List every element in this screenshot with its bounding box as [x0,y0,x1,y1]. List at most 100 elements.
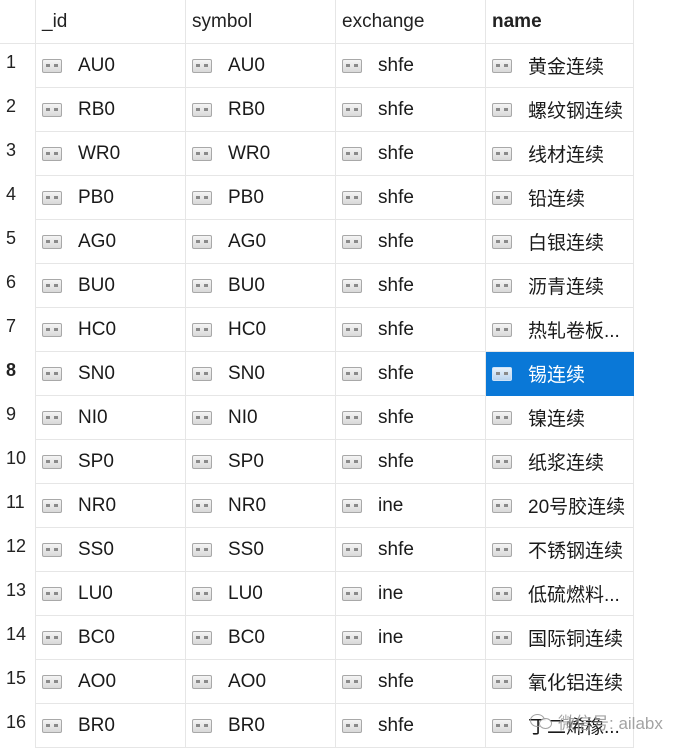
cell-symbol[interactable]: RB0 [186,88,336,132]
cell-name[interactable]: 线材连续 [486,132,634,176]
cell-id[interactable]: SS0 [36,528,186,572]
column-header-id[interactable]: _id [36,0,186,44]
row-number[interactable]: 16 [0,704,36,748]
cell-exchange[interactable]: shfe [336,440,486,484]
cell-value: shfe [378,318,414,340]
cell-name[interactable]: 螺纹钢连续 [486,88,634,132]
cell-id[interactable]: LU0 [36,572,186,616]
row-number[interactable]: 6 [0,264,36,308]
row-number[interactable]: 2 [0,88,36,132]
cell-value: 低硫燃料... [528,585,620,606]
cell-symbol[interactable]: NR0 [186,484,336,528]
cell-symbol[interactable]: BC0 [186,616,336,660]
cell-value: BC0 [228,626,265,648]
cell-exchange[interactable]: shfe [336,396,486,440]
row-number[interactable]: 15 [0,660,36,704]
binary-field-icon [342,146,362,161]
cell-exchange[interactable]: shfe [336,132,486,176]
cell-name[interactable]: 锡连续 [486,352,634,396]
cell-exchange[interactable]: shfe [336,352,486,396]
column-header-name[interactable]: name [486,0,634,44]
cell-id[interactable]: AO0 [36,660,186,704]
cell-symbol[interactable]: BU0 [186,264,336,308]
cell-id[interactable]: BC0 [36,616,186,660]
binary-field-icon [492,410,512,425]
cell-symbol[interactable]: AO0 [186,660,336,704]
cell-name[interactable]: 白银连续 [486,220,634,264]
cell-name[interactable]: 热轧卷板... [486,308,634,352]
cell-exchange[interactable]: shfe [336,528,486,572]
cell-name[interactable]: 纸浆连续 [486,440,634,484]
cell-symbol[interactable]: SP0 [186,440,336,484]
cell-exchange[interactable]: shfe [336,704,486,748]
cell-symbol[interactable]: NI0 [186,396,336,440]
binary-field-icon [42,58,62,73]
column-header-exchange[interactable]: exchange [336,0,486,44]
cell-exchange[interactable]: shfe [336,660,486,704]
row-number[interactable]: 7 [0,308,36,352]
cell-id[interactable]: NR0 [36,484,186,528]
cell-name[interactable]: 氧化铝连续 [486,660,634,704]
cell-value: 氧化铝连续 [528,673,624,694]
cell-id[interactable]: SN0 [36,352,186,396]
cell-id[interactable]: HC0 [36,308,186,352]
row-number[interactable]: 1 [0,44,36,88]
cell-name[interactable]: 沥青连续 [486,264,634,308]
binary-field-icon [42,586,62,601]
row-number[interactable]: 12 [0,528,36,572]
cell-exchange[interactable]: shfe [336,88,486,132]
cell-name[interactable]: 低硫燃料... [486,572,634,616]
row-number[interactable]: 4 [0,176,36,220]
cell-name[interactable]: 国际铜连续 [486,616,634,660]
binary-field-icon [192,366,212,381]
cell-exchange[interactable]: ine [336,616,486,660]
row-number[interactable]: 9 [0,396,36,440]
binary-field-icon [492,542,512,557]
cell-name[interactable]: 镍连续 [486,396,634,440]
cell-symbol[interactable]: BR0 [186,704,336,748]
cell-symbol[interactable]: AG0 [186,220,336,264]
binary-field-icon [492,146,512,161]
cell-id[interactable]: AG0 [36,220,186,264]
cell-id[interactable]: AU0 [36,44,186,88]
cell-symbol[interactable]: SS0 [186,528,336,572]
binary-field-icon [342,190,362,205]
cell-name[interactable]: 不锈钢连续 [486,528,634,572]
cell-exchange[interactable]: ine [336,572,486,616]
cell-exchange[interactable]: shfe [336,44,486,88]
cell-name[interactable]: 黄金连续 [486,44,634,88]
binary-field-icon [492,674,512,689]
cell-id[interactable]: BR0 [36,704,186,748]
cell-id[interactable]: SP0 [36,440,186,484]
cell-exchange[interactable]: shfe [336,220,486,264]
cell-symbol[interactable]: WR0 [186,132,336,176]
row-number[interactable]: 14 [0,616,36,660]
cell-id[interactable]: WR0 [36,132,186,176]
cell-symbol[interactable]: SN0 [186,352,336,396]
cell-symbol[interactable]: LU0 [186,572,336,616]
cell-exchange[interactable]: shfe [336,308,486,352]
cell-value: 国际铜连续 [528,629,624,650]
cell-symbol[interactable]: HC0 [186,308,336,352]
binary-field-icon [192,718,212,733]
cell-name[interactable]: 20号胶连续 [486,484,634,528]
cell-name[interactable]: 铅连续 [486,176,634,220]
binary-field-icon [192,102,212,117]
cell-id[interactable]: BU0 [36,264,186,308]
column-header-symbol[interactable]: symbol [186,0,336,44]
row-number[interactable]: 13 [0,572,36,616]
row-number[interactable]: 5 [0,220,36,264]
cell-exchange[interactable]: ine [336,484,486,528]
row-number[interactable]: 10 [0,440,36,484]
cell-exchange[interactable]: shfe [336,264,486,308]
cell-id[interactable]: RB0 [36,88,186,132]
row-number[interactable]: 11 [0,484,36,528]
cell-id[interactable]: NI0 [36,396,186,440]
cell-exchange[interactable]: shfe [336,176,486,220]
cell-symbol[interactable]: PB0 [186,176,336,220]
row-number[interactable]: 3 [0,132,36,176]
row-number[interactable]: 8 [0,352,36,396]
cell-value: SP0 [78,450,114,472]
cell-symbol[interactable]: AU0 [186,44,336,88]
cell-id[interactable]: PB0 [36,176,186,220]
